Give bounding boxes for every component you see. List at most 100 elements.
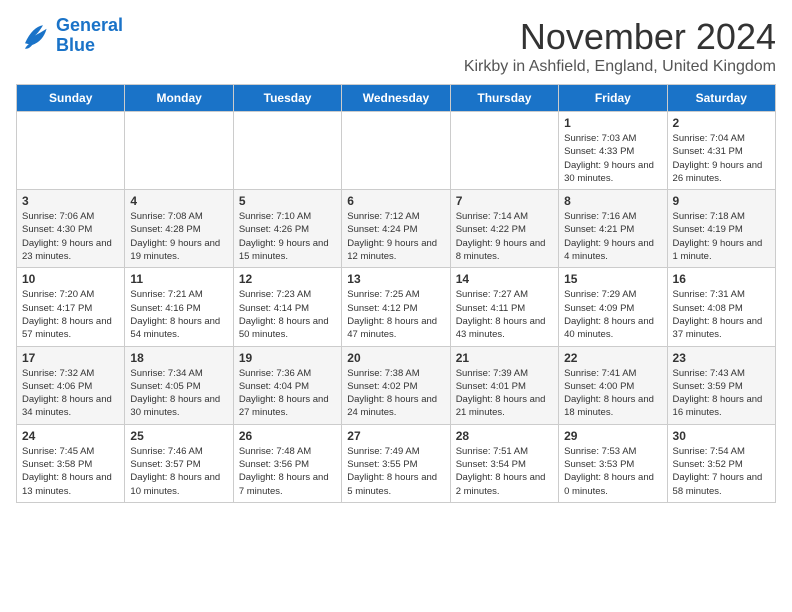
day-number: 13	[347, 272, 444, 286]
day-number: 18	[130, 351, 227, 365]
day-info: Sunrise: 7:45 AMSunset: 3:58 PMDaylight:…	[22, 445, 119, 498]
month-title: November 2024	[464, 16, 776, 58]
day-info: Sunrise: 7:23 AMSunset: 4:14 PMDaylight:…	[239, 288, 336, 341]
calendar-cell: 19 Sunrise: 7:36 AMSunset: 4:04 PMDayligh…	[233, 346, 341, 424]
day-info: Sunrise: 7:34 AMSunset: 4:05 PMDaylight:…	[130, 367, 227, 420]
day-info: Sunrise: 7:29 AMSunset: 4:09 PMDaylight:…	[564, 288, 661, 341]
day-number: 14	[456, 272, 553, 286]
day-info: Sunrise: 7:46 AMSunset: 3:57 PMDaylight:…	[130, 445, 227, 498]
header-sunday: Sunday	[17, 85, 125, 112]
day-number: 4	[130, 194, 227, 208]
calendar-cell: 2Sunrise: 7:04 AMSunset: 4:31 PMDaylight…	[667, 112, 775, 190]
calendar-cell: 15 Sunrise: 7:29 AMSunset: 4:09 PMDayligh…	[559, 268, 667, 346]
day-number: 22	[564, 351, 661, 365]
calendar-cell	[17, 112, 125, 190]
calendar-cell: 13 Sunrise: 7:25 AMSunset: 4:12 PMDayligh…	[342, 268, 450, 346]
calendar-cell: 25 Sunrise: 7:46 AMSunset: 3:57 PMDayligh…	[125, 424, 233, 502]
day-info: Sunrise: 7:31 AMSunset: 4:08 PMDaylight:…	[673, 288, 770, 341]
calendar-header: Sunday Monday Tuesday Wednesday Thursday…	[17, 85, 776, 112]
header-friday: Friday	[559, 85, 667, 112]
day-number: 15	[564, 272, 661, 286]
logo: General Blue	[16, 16, 123, 56]
day-info: Sunrise: 7:08 AMSunset: 4:28 PMDaylight:…	[130, 210, 227, 263]
day-info: Sunrise: 7:25 AMSunset: 4:12 PMDaylight:…	[347, 288, 444, 341]
day-number: 25	[130, 429, 227, 443]
calendar-cell: 30Sunrise: 7:54 AMSunset: 3:52 PMDayligh…	[667, 424, 775, 502]
header-saturday: Saturday	[667, 85, 775, 112]
calendar-cell: 11Sunrise: 7:21 AMSunset: 4:16 PMDayligh…	[125, 268, 233, 346]
day-info: Sunrise: 7:48 AMSunset: 3:56 PMDaylight:…	[239, 445, 336, 498]
day-number: 20	[347, 351, 444, 365]
day-info: Sunrise: 7:21 AMSunset: 4:16 PMDaylight:…	[130, 288, 227, 341]
calendar-cell: 14 Sunrise: 7:27 AMSunset: 4:11 PMDayligh…	[450, 268, 558, 346]
calendar-cell: 22Sunrise: 7:41 AMSunset: 4:00 PMDayligh…	[559, 346, 667, 424]
calendar-cell: 16 Sunrise: 7:31 AMSunset: 4:08 PMDayligh…	[667, 268, 775, 346]
calendar-cell: 20 Sunrise: 7:38 AMSunset: 4:02 PMDayligh…	[342, 346, 450, 424]
calendar-cell	[233, 112, 341, 190]
calendar-week-5: 24Sunrise: 7:45 AMSunset: 3:58 PMDayligh…	[17, 424, 776, 502]
day-number: 29	[564, 429, 661, 443]
day-number: 5	[239, 194, 336, 208]
day-info: Sunrise: 7:36 AMSunset: 4:04 PMDaylight:…	[239, 367, 336, 420]
logo-icon	[16, 18, 52, 54]
day-info: Sunrise: 7:38 AMSunset: 4:02 PMDaylight:…	[347, 367, 444, 420]
calendar-cell	[125, 112, 233, 190]
calendar-cell: 7 Sunrise: 7:14 AMSunset: 4:22 PMDaylight…	[450, 190, 558, 268]
day-info: Sunrise: 7:53 AMSunset: 3:53 PMDaylight:…	[564, 445, 661, 498]
day-number: 26	[239, 429, 336, 443]
day-info: Sunrise: 7:32 AMSunset: 4:06 PMDaylight:…	[22, 367, 119, 420]
day-number: 27	[347, 429, 444, 443]
day-info: Sunrise: 7:16 AMSunset: 4:21 PMDaylight:…	[564, 210, 661, 263]
calendar-cell	[342, 112, 450, 190]
day-number: 7	[456, 194, 553, 208]
calendar-body: 1Sunrise: 7:03 AMSunset: 4:33 PMDaylight…	[17, 112, 776, 503]
day-number: 3	[22, 194, 119, 208]
day-number: 23	[673, 351, 770, 365]
day-info: Sunrise: 7:27 AMSunset: 4:11 PMDaylight:…	[456, 288, 553, 341]
calendar-week-2: 3 Sunrise: 7:06 AMSunset: 4:30 PMDaylight…	[17, 190, 776, 268]
day-number: 28	[456, 429, 553, 443]
calendar-table: Sunday Monday Tuesday Wednesday Thursday…	[16, 84, 776, 503]
calendar-cell: 4 Sunrise: 7:08 AMSunset: 4:28 PMDaylight…	[125, 190, 233, 268]
calendar-cell: 18 Sunrise: 7:34 AMSunset: 4:05 PMDayligh…	[125, 346, 233, 424]
calendar-cell: 26 Sunrise: 7:48 AMSunset: 3:56 PMDayligh…	[233, 424, 341, 502]
calendar-cell: 10 Sunrise: 7:20 AMSunset: 4:17 PMDayligh…	[17, 268, 125, 346]
calendar-cell: 23 Sunrise: 7:43 AMSunset: 3:59 PMDayligh…	[667, 346, 775, 424]
calendar-cell: 8 Sunrise: 7:16 AMSunset: 4:21 PMDaylight…	[559, 190, 667, 268]
day-info: Sunrise: 7:20 AMSunset: 4:17 PMDaylight:…	[22, 288, 119, 341]
day-number: 10	[22, 272, 119, 286]
header-wednesday: Wednesday	[342, 85, 450, 112]
calendar-cell: 28Sunrise: 7:51 AMSunset: 3:54 PMDayligh…	[450, 424, 558, 502]
logo-line2: Blue	[56, 36, 123, 56]
calendar-cell: 17 Sunrise: 7:32 AMSunset: 4:06 PMDayligh…	[17, 346, 125, 424]
header-tuesday: Tuesday	[233, 85, 341, 112]
day-number: 19	[239, 351, 336, 365]
calendar-cell	[450, 112, 558, 190]
calendar-cell: 5 Sunrise: 7:10 AMSunset: 4:26 PMDaylight…	[233, 190, 341, 268]
calendar-cell: 1Sunrise: 7:03 AMSunset: 4:33 PMDaylight…	[559, 112, 667, 190]
day-number: 12	[239, 272, 336, 286]
title-area: November 2024 Kirkby in Ashfield, Englan…	[464, 16, 776, 76]
day-info: Sunrise: 7:43 AMSunset: 3:59 PMDaylight:…	[673, 367, 770, 420]
logo-line1: General	[56, 16, 123, 36]
day-number: 8	[564, 194, 661, 208]
day-number: 16	[673, 272, 770, 286]
day-number: 1	[564, 116, 661, 130]
calendar-cell: 21Sunrise: 7:39 AMSunset: 4:01 PMDayligh…	[450, 346, 558, 424]
day-info: Sunrise: 7:14 AMSunset: 4:22 PMDaylight:…	[456, 210, 553, 263]
header-monday: Monday	[125, 85, 233, 112]
location-subtitle: Kirkby in Ashfield, England, United King…	[464, 58, 776, 76]
day-info: Sunrise: 7:39 AMSunset: 4:01 PMDaylight:…	[456, 367, 553, 420]
calendar-cell: 9Sunrise: 7:18 AMSunset: 4:19 PMDaylight…	[667, 190, 775, 268]
calendar-week-4: 17 Sunrise: 7:32 AMSunset: 4:06 PMDayligh…	[17, 346, 776, 424]
calendar-cell: 3 Sunrise: 7:06 AMSunset: 4:30 PMDaylight…	[17, 190, 125, 268]
day-number: 17	[22, 351, 119, 365]
calendar-cell: 29 Sunrise: 7:53 AMSunset: 3:53 PMDayligh…	[559, 424, 667, 502]
day-info: Sunrise: 7:06 AMSunset: 4:30 PMDaylight:…	[22, 210, 119, 263]
calendar-cell: 24Sunrise: 7:45 AMSunset: 3:58 PMDayligh…	[17, 424, 125, 502]
calendar-week-3: 10 Sunrise: 7:20 AMSunset: 4:17 PMDayligh…	[17, 268, 776, 346]
day-info: Sunrise: 7:10 AMSunset: 4:26 PMDaylight:…	[239, 210, 336, 263]
page-header: General Blue November 2024 Kirkby in Ash…	[16, 16, 776, 76]
calendar-cell: 27Sunrise: 7:49 AMSunset: 3:55 PMDayligh…	[342, 424, 450, 502]
header-thursday: Thursday	[450, 85, 558, 112]
